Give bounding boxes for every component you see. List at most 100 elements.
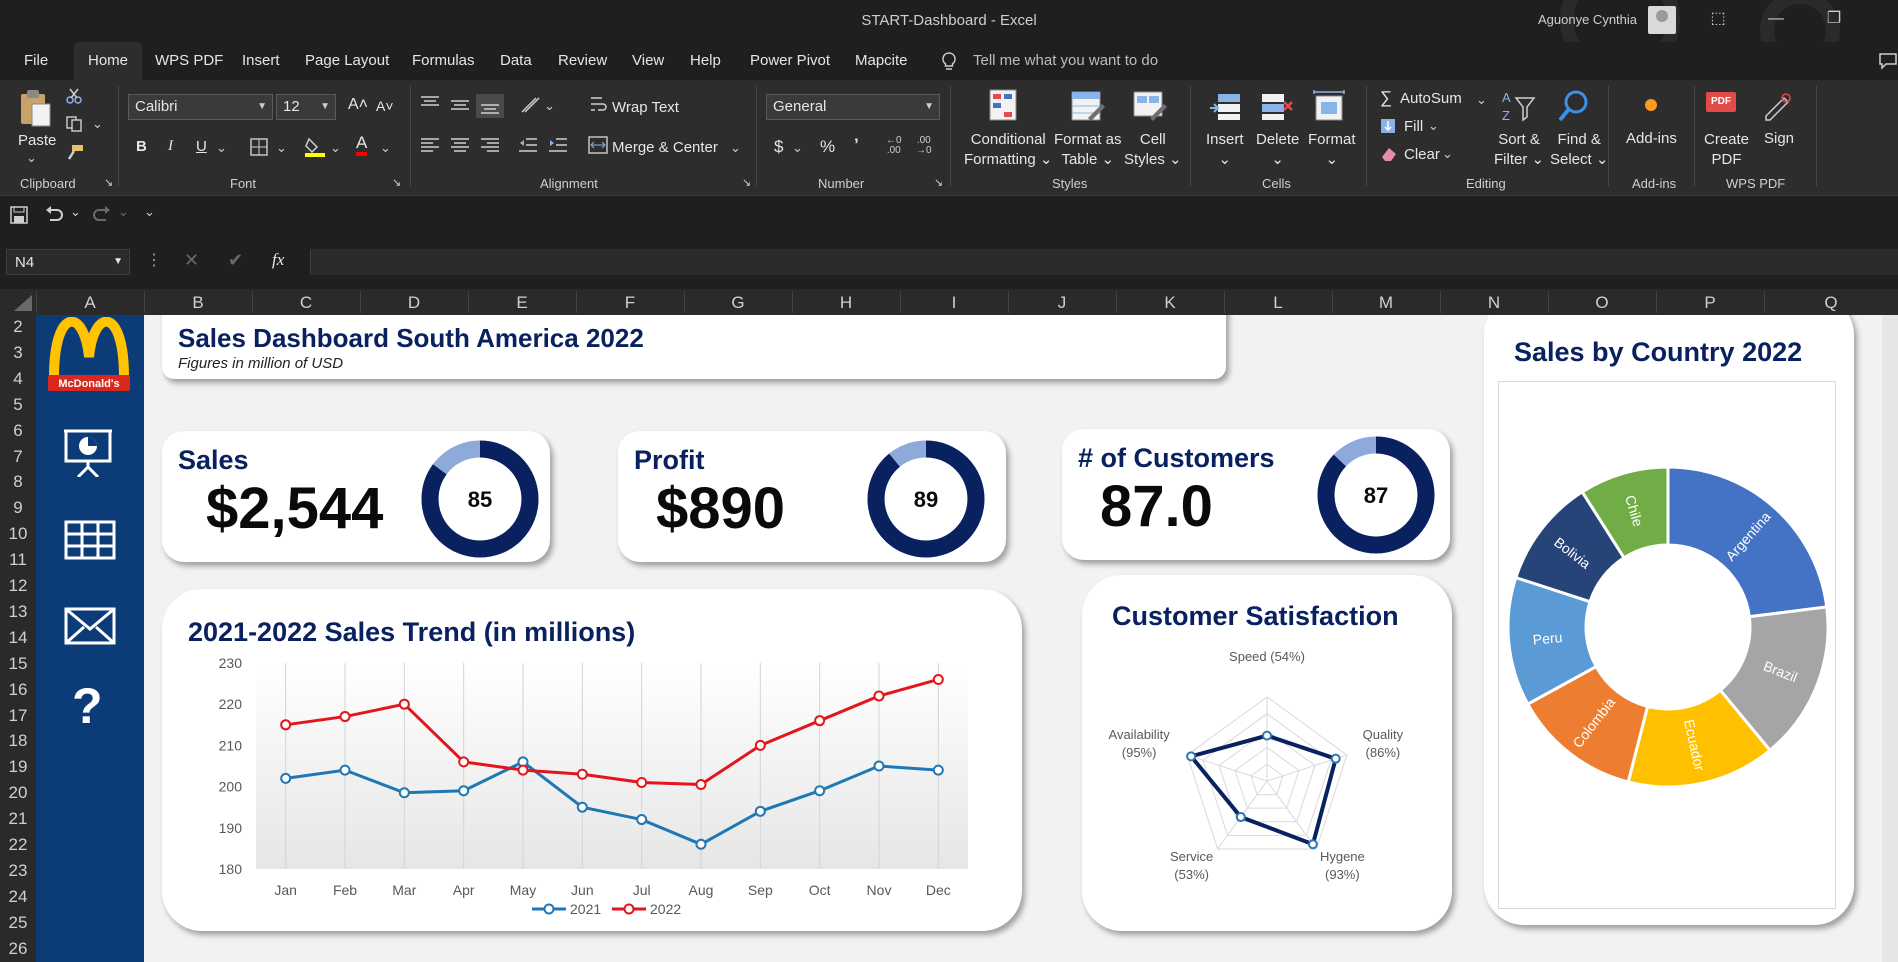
- conditional-formatting-button[interactable]: Conditional Formatting ⌄: [964, 130, 1052, 170]
- select-all-icon[interactable]: [14, 295, 32, 311]
- row-header[interactable]: 7: [0, 447, 36, 467]
- row-header[interactable]: 9: [0, 498, 36, 518]
- format-painter-icon[interactable]: [66, 144, 84, 160]
- tell-me-search[interactable]: Tell me what you want to do: [973, 52, 1158, 69]
- chevron-down-icon[interactable]: ⌄: [1476, 92, 1487, 108]
- row-header[interactable]: 26: [0, 939, 36, 959]
- row-header[interactable]: 25: [0, 913, 36, 933]
- avatar[interactable]: [1648, 6, 1676, 34]
- fill-color-icon[interactable]: [304, 136, 326, 158]
- dialog-launcher-icon[interactable]: ↘: [934, 176, 943, 189]
- column-header[interactable]: A: [36, 293, 144, 313]
- minimize-icon[interactable]: —: [1764, 8, 1788, 32]
- align-middle-icon[interactable]: [450, 98, 470, 112]
- tab-insert[interactable]: Insert: [242, 52, 280, 69]
- column-header[interactable]: L: [1224, 293, 1332, 313]
- mail-icon[interactable]: [64, 607, 116, 645]
- redo-icon[interactable]: [92, 206, 112, 224]
- user-name[interactable]: Aguonye Cynthia: [1538, 12, 1637, 27]
- name-box[interactable]: N4 ▼: [6, 249, 130, 275]
- column-header[interactable]: D: [360, 293, 468, 313]
- insert-function-icon[interactable]: fx: [272, 250, 284, 270]
- column-header[interactable]: J: [1008, 293, 1116, 313]
- orientation-icon[interactable]: [520, 96, 540, 114]
- column-header[interactable]: O: [1548, 293, 1656, 313]
- tab-page-layout[interactable]: Page Layout: [305, 52, 389, 69]
- percent-icon[interactable]: %: [820, 137, 835, 157]
- row-header[interactable]: 23: [0, 861, 36, 881]
- align-left-icon[interactable]: [420, 138, 440, 152]
- row-header[interactable]: 3: [0, 343, 36, 363]
- ribbon-display-icon[interactable]: ⬚: [1706, 8, 1730, 32]
- chevron-down-icon[interactable]: ⌄: [70, 204, 81, 220]
- row-header[interactable]: 2: [0, 317, 36, 337]
- column-header[interactable]: I: [900, 293, 1008, 313]
- currency-icon[interactable]: $: [774, 137, 783, 157]
- chevron-down-icon[interactable]: ⌄: [216, 140, 227, 156]
- decrease-font-icon[interactable]: A˅: [376, 98, 394, 114]
- column-header[interactable]: F: [576, 293, 684, 313]
- row-header[interactable]: 11: [0, 550, 36, 570]
- worksheet[interactable]: McDonald's ? Sales Dashboard South Ameri…: [36, 315, 1898, 962]
- bold-button[interactable]: B: [136, 138, 147, 155]
- chevron-down-icon[interactable]: ⌄: [330, 140, 341, 156]
- increase-decimal-icon[interactable]: ←0.00: [886, 136, 902, 156]
- column-header[interactable]: Q: [1764, 293, 1898, 313]
- tab-mapcite[interactable]: Mapcite: [855, 52, 908, 69]
- column-header[interactable]: K: [1116, 293, 1224, 313]
- column-header[interactable]: H: [792, 293, 900, 313]
- column-header[interactable]: C: [252, 293, 360, 313]
- tab-data[interactable]: Data: [500, 52, 532, 69]
- find-select-button[interactable]: Find & Select ⌄: [1550, 130, 1608, 170]
- chevron-down-icon[interactable]: ⌄: [1428, 118, 1439, 134]
- dialog-launcher-icon[interactable]: ↘: [742, 176, 751, 189]
- add-ins-button[interactable]: Add-ins: [1626, 130, 1677, 147]
- increase-font-icon[interactable]: A˄: [348, 96, 368, 114]
- font-size-select[interactable]: 12 ▼: [276, 94, 336, 120]
- insert-button[interactable]: Insert ⌄: [1206, 130, 1244, 170]
- row-header[interactable]: 12: [0, 576, 36, 596]
- tab-formulas[interactable]: Formulas: [412, 52, 475, 69]
- tab-review[interactable]: Review: [558, 52, 607, 69]
- row-header[interactable]: 16: [0, 680, 36, 700]
- align-right-icon[interactable]: [480, 138, 500, 152]
- align-top-icon[interactable]: [420, 96, 440, 110]
- row-header[interactable]: 15: [0, 654, 36, 674]
- delete-button[interactable]: Delete ⌄: [1256, 130, 1299, 170]
- borders-icon[interactable]: [250, 138, 268, 156]
- row-header[interactable]: 17: [0, 706, 36, 726]
- format-as-table-button[interactable]: Format as Table ⌄: [1054, 130, 1122, 170]
- tab-wps-pdf[interactable]: WPS PDF: [155, 52, 223, 69]
- row-header[interactable]: 19: [0, 757, 36, 777]
- paste-button[interactable]: Paste: [18, 132, 56, 149]
- help-icon[interactable]: ?: [72, 677, 103, 735]
- row-header[interactable]: 18: [0, 731, 36, 751]
- row-header[interactable]: 24: [0, 887, 36, 907]
- restore-icon[interactable]: ❐: [1822, 8, 1846, 32]
- customize-qat-icon[interactable]: ⌄: [144, 204, 155, 220]
- underline-button[interactable]: U: [196, 138, 207, 155]
- cut-icon[interactable]: [66, 88, 82, 104]
- tab-file[interactable]: File: [24, 52, 48, 69]
- chevron-down-icon[interactable]: ⌄: [730, 140, 741, 156]
- tab-power-pivot[interactable]: Power Pivot: [750, 52, 830, 69]
- comma-style-icon[interactable]: ’: [854, 135, 859, 155]
- row-header[interactable]: 13: [0, 602, 36, 622]
- column-header[interactable]: B: [144, 293, 252, 313]
- align-center-icon[interactable]: [450, 138, 470, 152]
- row-header[interactable]: 5: [0, 395, 36, 415]
- format-button[interactable]: Format ⌄: [1308, 130, 1356, 170]
- column-header[interactable]: G: [684, 293, 792, 313]
- chevron-down-icon[interactable]: ⌄: [380, 140, 391, 156]
- row-header[interactable]: 22: [0, 835, 36, 855]
- font-color-icon[interactable]: A: [356, 134, 368, 156]
- column-header[interactable]: P: [1656, 293, 1764, 313]
- row-header[interactable]: 10: [0, 524, 36, 544]
- presentation-icon[interactable]: [62, 427, 114, 477]
- autosum-button[interactable]: AutoSum: [1400, 90, 1462, 107]
- copy-icon[interactable]: [66, 116, 82, 132]
- align-bottom-button[interactable]: [476, 94, 504, 118]
- font-name-select[interactable]: Calibri ▼: [128, 94, 273, 120]
- chevron-down-icon[interactable]: ⌄: [26, 150, 37, 166]
- tab-view[interactable]: View: [632, 52, 664, 69]
